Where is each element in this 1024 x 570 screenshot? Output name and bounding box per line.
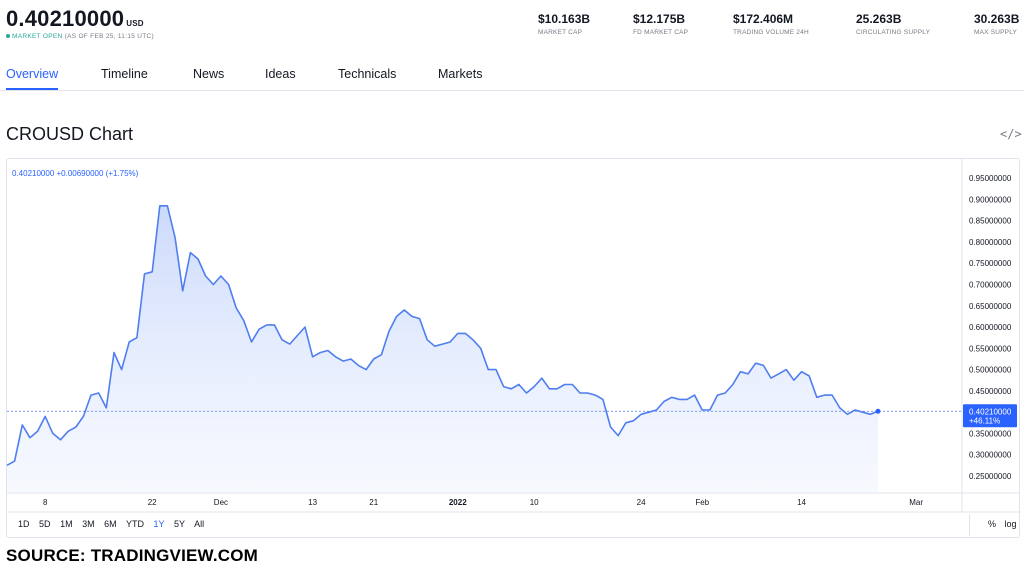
bottom-divider [969, 514, 970, 536]
x-tick-label: Feb [695, 498, 709, 507]
range-6m-button[interactable]: 6M [104, 519, 117, 529]
x-tick-label: 2022 [449, 498, 467, 507]
last-change-label: +46.11% [969, 416, 1000, 425]
range-1y-button[interactable]: 1Y [154, 519, 165, 529]
scale-controls: % log [982, 519, 1017, 529]
y-tick-label: 0.65000000 [969, 302, 1012, 311]
range-selector: 1D 5D 1M 3M 6M YTD 1Y 5Y All [18, 519, 211, 529]
y-tick-label: 0.70000000 [969, 281, 1012, 290]
range-1d-button[interactable]: 1D [18, 519, 30, 529]
last-price-dot [875, 408, 881, 414]
x-tick-label: Dec [214, 498, 228, 507]
range-ytd-button[interactable]: YTD [126, 519, 144, 529]
percent-scale-toggle[interactable]: % [988, 519, 996, 529]
x-tick-label: 22 [148, 498, 157, 507]
y-tick-label: 0.95000000 [969, 174, 1012, 183]
y-tick-label: 0.45000000 [969, 387, 1012, 396]
y-tick-label: 0.35000000 [969, 429, 1012, 438]
range-1m-button[interactable]: 1M [60, 519, 73, 529]
last-price-label: 0.40210000 [969, 407, 1012, 416]
y-tick-label: 0.25000000 [969, 472, 1012, 481]
y-tick-label: 0.50000000 [969, 366, 1012, 375]
range-5d-button[interactable]: 5D [39, 519, 51, 529]
y-tick-label: 0.55000000 [969, 344, 1012, 353]
x-tick-label: 10 [530, 498, 539, 507]
x-tick-label: 21 [369, 498, 378, 507]
range-3m-button[interactable]: 3M [82, 519, 95, 529]
y-tick-label: 0.80000000 [969, 238, 1012, 247]
y-tick-label: 0.85000000 [969, 217, 1012, 226]
x-tick-label: 24 [637, 498, 646, 507]
price-area-fill [7, 205, 878, 494]
source-caption: SOURCE: TRADINGVIEW.COM [6, 546, 259, 565]
y-tick-label: 0.90000000 [969, 195, 1012, 204]
price-chart[interactable]: 0.95000000 0.90000000 0.85000000 0.80000000… [0, 0, 1024, 570]
y-tick-label: 0.60000000 [969, 323, 1012, 332]
legend-readout: 0.40210000 +0.00690000 (+1.75%) [12, 169, 139, 178]
x-tick-label: Mar [909, 498, 923, 507]
range-all-button[interactable]: All [194, 519, 204, 529]
x-tick-label: 13 [308, 498, 317, 507]
x-tick-label: 8 [43, 498, 48, 507]
range-5y-button[interactable]: 5Y [174, 519, 185, 529]
y-tick-label: 0.30000000 [969, 451, 1012, 460]
y-tick-label: 0.75000000 [969, 259, 1012, 268]
x-tick-label: 14 [797, 498, 806, 507]
log-scale-toggle[interactable]: log [1005, 519, 1017, 529]
